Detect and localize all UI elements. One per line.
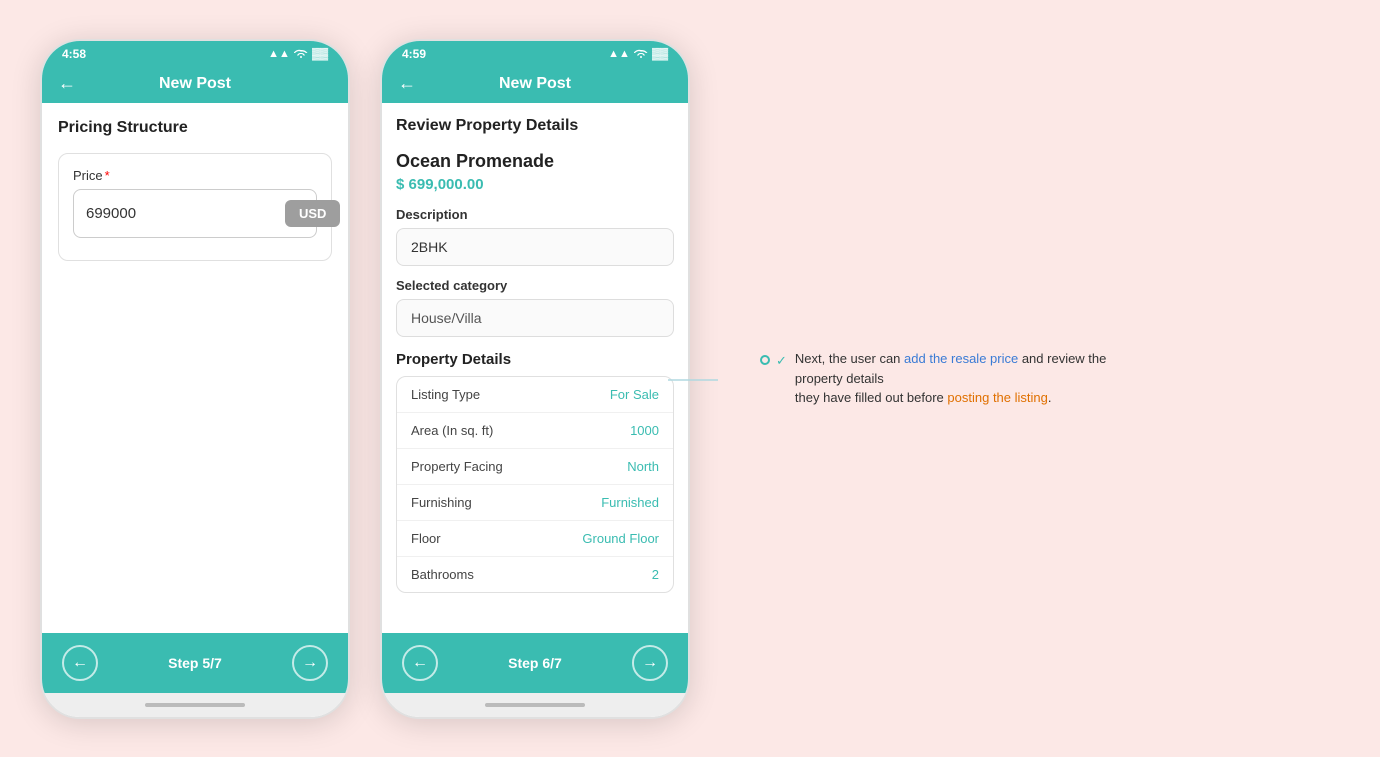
annotation-text: Next, the user can add the resale price … xyxy=(795,349,1135,408)
annotation-text-3: they have filled out before xyxy=(795,390,948,405)
detail-value-facing: North xyxy=(627,459,659,474)
annotation-text-1: Next, the user can xyxy=(795,351,904,366)
phone2-home-indicator xyxy=(382,693,688,717)
phone1-step-text: Step 5/7 xyxy=(168,655,222,671)
property-name: Ocean Promenade xyxy=(396,151,674,172)
phone1-prev-button[interactable]: ← xyxy=(62,645,98,681)
phone1-footer: ← Step 5/7 → xyxy=(42,633,348,693)
required-star: * xyxy=(105,168,110,183)
phone1-body: Pricing Structure Price* USD xyxy=(42,103,348,633)
signal-icon: ▲▲ xyxy=(268,48,290,60)
detail-key-bathrooms: Bathrooms xyxy=(411,567,474,582)
detail-key-furnishing: Furnishing xyxy=(411,495,472,510)
phone2-home-bar xyxy=(485,703,585,707)
price-input[interactable] xyxy=(86,205,285,222)
category-label: Selected category xyxy=(396,278,674,293)
detail-key-listing-type: Listing Type xyxy=(411,387,480,402)
wifi-icon-2 xyxy=(634,47,648,61)
phone2-header-title: New Post xyxy=(499,75,571,93)
phone2-step-text: Step 6/7 xyxy=(508,655,562,671)
price-input-wrapper: USD xyxy=(73,189,317,238)
description-label: Description xyxy=(396,207,674,222)
phone2-body: Review Property Details Ocean Promenade … xyxy=(382,103,688,633)
detail-row-area: Area (In sq. ft) 1000 xyxy=(397,413,673,449)
property-details-table: Listing Type For Sale Area (In sq. ft) 1… xyxy=(396,376,674,593)
phone2-section-title: Review Property Details xyxy=(396,117,674,135)
category-value: House/Villa xyxy=(396,299,674,337)
phone1-header: ← New Post xyxy=(42,65,348,103)
phone1-back-button[interactable]: ← xyxy=(58,73,76,94)
detail-key-facing: Property Facing xyxy=(411,459,503,474)
description-value: 2BHK xyxy=(396,228,674,266)
phone-1: 4:58 ▲▲ ▓▓ ← New Post Pricing Structure … xyxy=(40,39,350,719)
annotation-highlight-1: add the resale price xyxy=(904,351,1018,366)
phone2-back-button[interactable]: ← xyxy=(398,73,416,94)
price-label: Price* xyxy=(73,168,317,183)
phone1-next-button[interactable]: → xyxy=(292,645,328,681)
detail-row-listing-type: Listing Type For Sale xyxy=(397,377,673,413)
phone1-home-bar xyxy=(145,703,245,707)
detail-key-floor: Floor xyxy=(411,531,441,546)
detail-value-area: 1000 xyxy=(630,423,659,438)
annotation-dot-icon xyxy=(760,355,770,365)
phone1-status-icons: ▲▲ ▓▓ xyxy=(268,47,328,61)
detail-value-floor: Ground Floor xyxy=(582,531,659,546)
annotation-area: ✓ Next, the user can add the resale pric… xyxy=(720,349,1135,408)
annotation-icons: ✓ xyxy=(760,351,787,369)
battery-icon-2: ▓▓ xyxy=(652,48,668,60)
detail-row-furnishing: Furnishing Furnished xyxy=(397,485,673,521)
battery-icon: ▓▓ xyxy=(312,48,328,60)
phone1-header-title: New Post xyxy=(159,75,231,93)
detail-row-bathrooms: Bathrooms 2 xyxy=(397,557,673,592)
phone2-time: 4:59 xyxy=(402,47,426,61)
annotation-content: ✓ Next, the user can add the resale pric… xyxy=(760,349,1135,408)
detail-value-furnishing: Furnished xyxy=(601,495,659,510)
phone2-footer: ← Step 6/7 → xyxy=(382,633,688,693)
phone1-section-title: Pricing Structure xyxy=(58,119,332,137)
detail-value-listing-type: For Sale xyxy=(610,387,659,402)
detail-row-floor: Floor Ground Floor xyxy=(397,521,673,557)
phones-container: 4:58 ▲▲ ▓▓ ← New Post Pricing Structure … xyxy=(40,39,1135,719)
phone1-home-indicator xyxy=(42,693,348,717)
annotation-highlight-2: posting the listing xyxy=(947,390,1047,405)
phone2-header: ← New Post xyxy=(382,65,688,103)
annotation-check-icon: ✓ xyxy=(776,353,787,369)
phone1-status-bar: 4:58 ▲▲ ▓▓ xyxy=(42,41,348,65)
phone2-status-bar: 4:59 ▲▲ ▓▓ xyxy=(382,41,688,65)
phone1-time: 4:58 xyxy=(62,47,86,61)
connector-line xyxy=(668,379,718,381)
property-details-label: Property Details xyxy=(396,351,674,368)
pricing-structure-box: Price* USD xyxy=(58,153,332,261)
wifi-icon xyxy=(294,47,308,61)
signal-icon-2: ▲▲ xyxy=(608,48,630,60)
phone2-next-button[interactable]: → xyxy=(632,645,668,681)
property-price: $ 699,000.00 xyxy=(396,176,674,193)
annotation-text-4: . xyxy=(1048,390,1052,405)
detail-key-area: Area (In sq. ft) xyxy=(411,423,493,438)
phone2-prev-button[interactable]: ← xyxy=(402,645,438,681)
phone-2: 4:59 ▲▲ ▓▓ ← New Post Review Property De… xyxy=(380,39,690,719)
currency-button[interactable]: USD xyxy=(285,200,340,227)
detail-value-bathrooms: 2 xyxy=(652,567,659,582)
phone2-status-icons: ▲▲ ▓▓ xyxy=(608,47,668,61)
detail-row-facing: Property Facing North xyxy=(397,449,673,485)
